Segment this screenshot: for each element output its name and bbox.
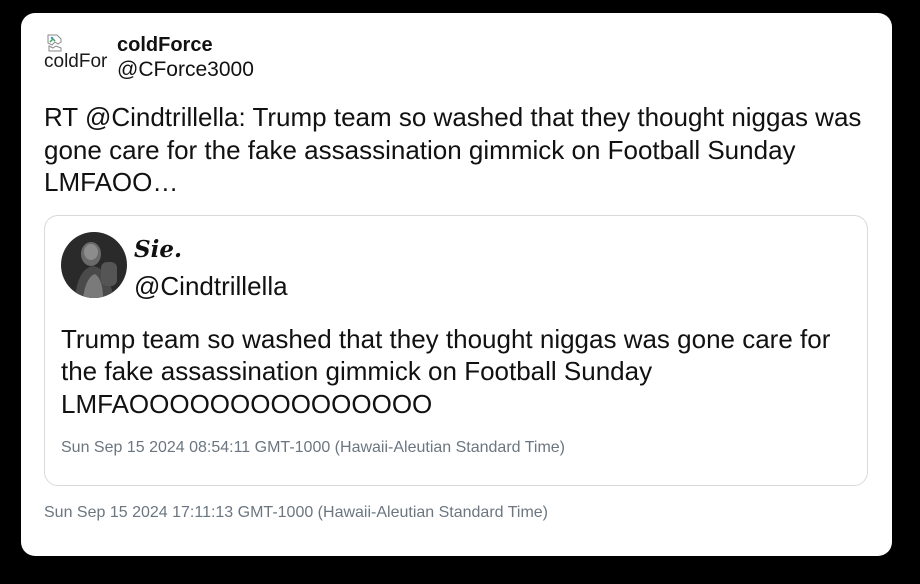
quoted-avatar[interactable] [61,231,127,298]
display-name[interactable]: coldForce [117,33,254,57]
quoted-display-name[interactable]: 𝑺𝒊𝒆. [134,236,288,264]
avatar-photo-icon [61,231,127,298]
quoted-tweet-timestamp[interactable]: Sun Sep 15 2024 08:54:11 GMT-1000 (Hawai… [61,438,851,458]
quoted-author-names: 𝑺𝒊𝒆. @Cindtrillella [134,232,288,302]
tweet-timestamp[interactable]: Sun Sep 15 2024 17:11:13 GMT-1000 (Hawai… [44,503,869,523]
tweet-text: RT @Cindtrillella: Trump team so washed … [44,102,862,197]
user-handle[interactable]: @CForce3000 [117,57,254,83]
tweet-card: coldForce coldForce @CForce3000 RT @Cind… [21,13,892,556]
quoted-tweet-text: Trump team so washed that they thought n… [61,323,831,419]
broken-image-icon [47,34,62,52]
quoted-user-handle[interactable]: @Cindtrillella [134,270,288,302]
avatar-alt-text: coldForce [44,51,108,72]
tweet-header: coldForce coldForce @CForce3000 [44,33,869,87]
avatar[interactable]: coldForce [44,33,108,79]
quoted-tweet[interactable]: 𝑺𝒊𝒆. @Cindtrillella Trump team so washed… [44,214,868,486]
quoted-tweet-header: 𝑺𝒊𝒆. @Cindtrillella [61,231,851,302]
author-names: coldForce @CForce3000 [117,33,254,83]
